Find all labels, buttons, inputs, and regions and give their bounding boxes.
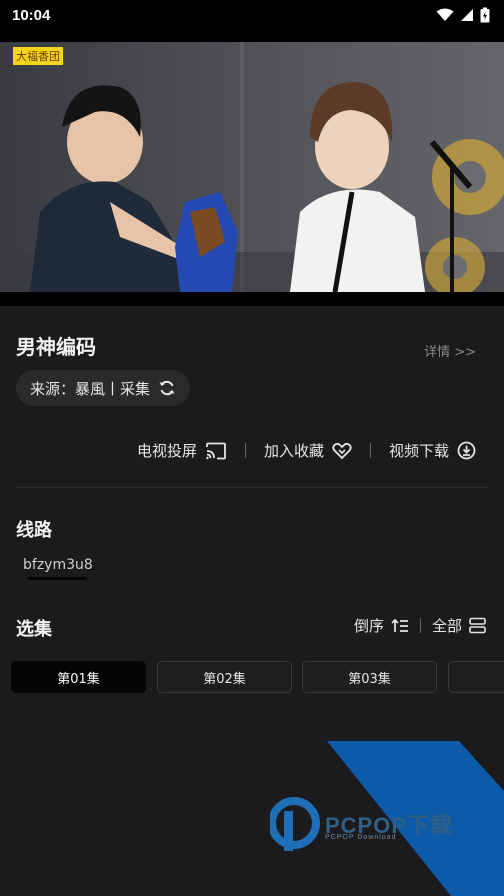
sort-icon	[391, 618, 408, 632]
episode-list: 第01集 第02集 第03集	[11, 661, 504, 693]
watermark-sub: PCPOP Download	[325, 834, 397, 841]
episode-button[interactable]	[448, 661, 504, 693]
sort-reverse-button[interactable]: 倒序	[354, 615, 409, 636]
download-label: 视频下载	[388, 442, 449, 460]
channel-tag: 大福香团	[13, 47, 63, 65]
battery-icon	[480, 7, 490, 23]
routes-title: 线路	[16, 520, 52, 541]
video-frame	[0, 42, 504, 292]
details-link[interactable]: 详情 >>	[424, 341, 476, 360]
favorite-label: 加入收藏	[263, 442, 324, 460]
pcpop-watermark: PCPOP下载 PCPOP Download	[270, 741, 504, 896]
show-title: 男神编码	[16, 335, 96, 359]
status-time: 10:04	[12, 6, 51, 24]
cast-label: 电视投屏	[136, 442, 197, 460]
action-separator	[244, 443, 246, 458]
source-label: 来源：暴風丨采集	[30, 379, 151, 398]
cast-icon	[206, 442, 226, 459]
download-button[interactable]: 视频下载	[389, 440, 476, 461]
download-icon	[457, 441, 476, 460]
sort-label: 倒序	[353, 617, 384, 635]
status-icons	[436, 7, 490, 23]
app-root: 10:04 大福香团 男神编码 详情 >> 来源：暴風丨采集 电视投屏 加入收藏…	[0, 0, 504, 896]
source-selector[interactable]: 来源：暴風丨采集	[16, 370, 191, 406]
wifi-icon	[436, 8, 454, 21]
all-episodes-button[interactable]: 全部	[432, 615, 486, 636]
episode-button[interactable]: 第01集	[11, 661, 146, 693]
tool-separator	[419, 618, 421, 633]
all-label: 全部	[431, 617, 462, 635]
player-bottom-bar	[0, 292, 504, 306]
favorite-button[interactable]: 加入收藏	[264, 440, 352, 461]
episode-button[interactable]: 第03集	[302, 661, 437, 693]
heart-icon	[332, 442, 352, 459]
signal-icon	[461, 9, 473, 21]
action-row: 电视投屏 加入收藏 视频下载	[137, 440, 476, 461]
route-item[interactable]: bfzym3u8	[23, 557, 93, 573]
video-player[interactable]: 大福香团	[0, 42, 504, 292]
episode-button[interactable]: 第02集	[157, 661, 292, 693]
player-top-bar	[0, 30, 504, 42]
list-icon	[469, 617, 486, 634]
section-divider	[16, 487, 488, 488]
episode-tools: 倒序 全部	[354, 615, 486, 636]
cast-button[interactable]: 电视投屏	[137, 440, 227, 461]
route-selected-indicator	[28, 577, 87, 580]
action-separator	[369, 443, 371, 458]
episodes-title: 选集	[16, 619, 52, 640]
refresh-icon	[159, 380, 175, 396]
status-bar: 10:04	[0, 0, 504, 30]
